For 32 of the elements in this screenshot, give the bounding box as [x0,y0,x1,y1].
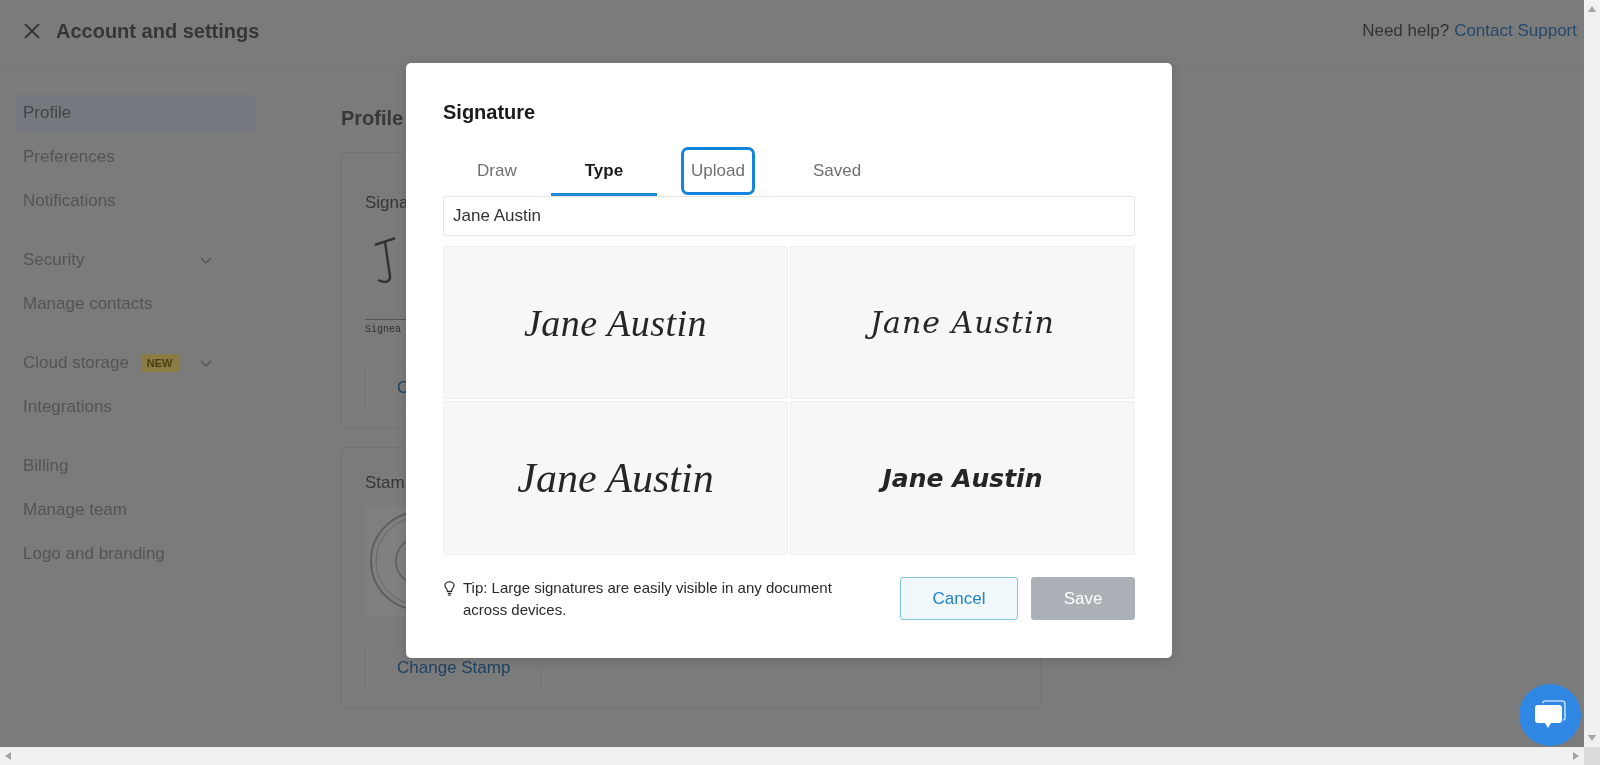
signature-option[interactable]: Jane Austin [790,245,1135,400]
signature-option[interactable]: Jane Austin [790,401,1135,555]
vertical-scrollbar[interactable] [1584,0,1600,747]
chevron-down-icon [200,256,212,264]
scroll-down-arrow-icon[interactable] [1588,735,1596,741]
chevron-down-icon [200,359,212,367]
sidebar-item[interactable]: Profile [15,95,255,131]
chat-bubble-icon [1534,700,1566,730]
scrollbar-corner [1584,747,1600,765]
name-input-field[interactable]: Jane Austin [443,196,1135,236]
lightbulb-icon [443,581,456,596]
signature-option[interactable]: Jane Austin [443,245,788,400]
scroll-left-arrow-icon[interactable] [5,752,11,760]
scroll-right-arrow-icon[interactable] [1573,752,1579,760]
scroll-up-arrow-icon[interactable] [1588,6,1596,12]
signature-option[interactable]: Jane Austin [443,401,788,555]
contact-support-link[interactable]: Contact Support [1454,20,1577,41]
tip-text: Tip: Large signatures are easily visible in any document across devices. [463,578,833,620]
section-heading: Profile [341,106,404,130]
new-badge: NEW [140,354,179,372]
tab[interactable]: Saved [778,146,896,196]
close-button[interactable] [24,22,40,39]
help-text: Need help? [1362,20,1450,41]
horizontal-scrollbar[interactable] [0,747,1584,765]
dialog-title: Signature [443,100,536,124]
signature-caption: Signea [365,324,401,336]
page-title: Account and settings [56,18,260,43]
signature-drawing [374,237,396,285]
card-label: Stam [365,473,405,493]
cancel-button[interactable]: Cancel [900,577,1018,620]
tab[interactable]: Draw [443,146,551,196]
close-icon [24,22,40,39]
